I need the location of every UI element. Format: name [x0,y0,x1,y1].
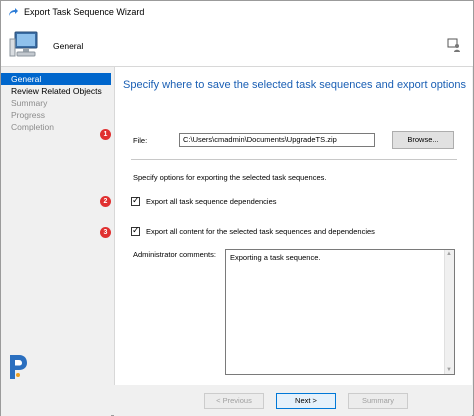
nav-step-review-related-objects[interactable]: Review Related Objects [1,85,111,97]
file-path-input[interactable]: C:\Users\cmadmin\Documents\UpgradeTS.zip [179,133,375,147]
export-dependencies-checkbox[interactable]: ✓ [131,195,140,206]
scroll-down-icon[interactable]: ▼ [446,367,452,373]
comments-scrollbar[interactable]: ▲ ▼ [444,250,454,374]
checkmark-icon: ✓ [132,225,140,235]
annotation-badge-3: 3 [100,227,111,238]
annotation-badge-2: 2 [100,196,111,207]
wizard-window: Export Task Sequence Wizard General Gene… [0,0,474,416]
next-button[interactable]: Next > [276,393,336,409]
export-dependencies-label: Export all task sequence dependencies [146,197,277,206]
summary-button[interactable]: Summary [348,393,408,409]
previous-button[interactable]: < Previous [204,393,264,409]
checkmark-icon: ✓ [132,195,140,205]
wizard-footer: < Previous Next > Summary [114,385,472,416]
browse-button[interactable]: Browse... [392,131,454,149]
wizard-header: General [1,23,473,67]
nav-step-progress: Progress [11,110,46,120]
window-title: Export Task Sequence Wizard [24,7,145,17]
export-content-checkbox[interactable]: ✓ [131,225,140,236]
export-content-option[interactable]: ✓ Export all content for the selected ta… [131,225,375,236]
content-heading: Specify where to save the selected task … [123,79,467,91]
nav-step-summary: Summary [11,98,48,108]
comments-label: Administrator comments: [133,250,216,259]
divider [131,159,457,160]
comments-text: Exporting a task sequence. [230,253,321,262]
help-person-icon[interactable] [447,38,461,52]
export-arrow-icon [9,8,18,16]
export-content-label: Export all content for the selected task… [146,227,375,236]
export-dependencies-option[interactable]: ✓ Export all task sequence dependencies [131,195,277,206]
file-label: File: [133,136,148,145]
wizard-steps-nav: General Review Related Objects Summary P… [1,73,111,416]
options-description: Specify options for exporting the select… [133,173,327,182]
scroll-up-icon[interactable]: ▲ [446,251,452,257]
annotation-badge-1: 1 [100,129,111,140]
page-title: General [53,41,84,51]
computer-icon [9,31,38,57]
content-panel: Specify where to save the selected task … [114,67,472,385]
brand-logo-icon [10,355,27,379]
title-bar: Export Task Sequence Wizard [1,1,473,23]
nav-step-general[interactable]: General [1,73,111,85]
nav-step-completion: Completion [11,122,54,132]
admin-comments-textarea[interactable]: Exporting a task sequence. ▲ ▼ [225,249,455,375]
